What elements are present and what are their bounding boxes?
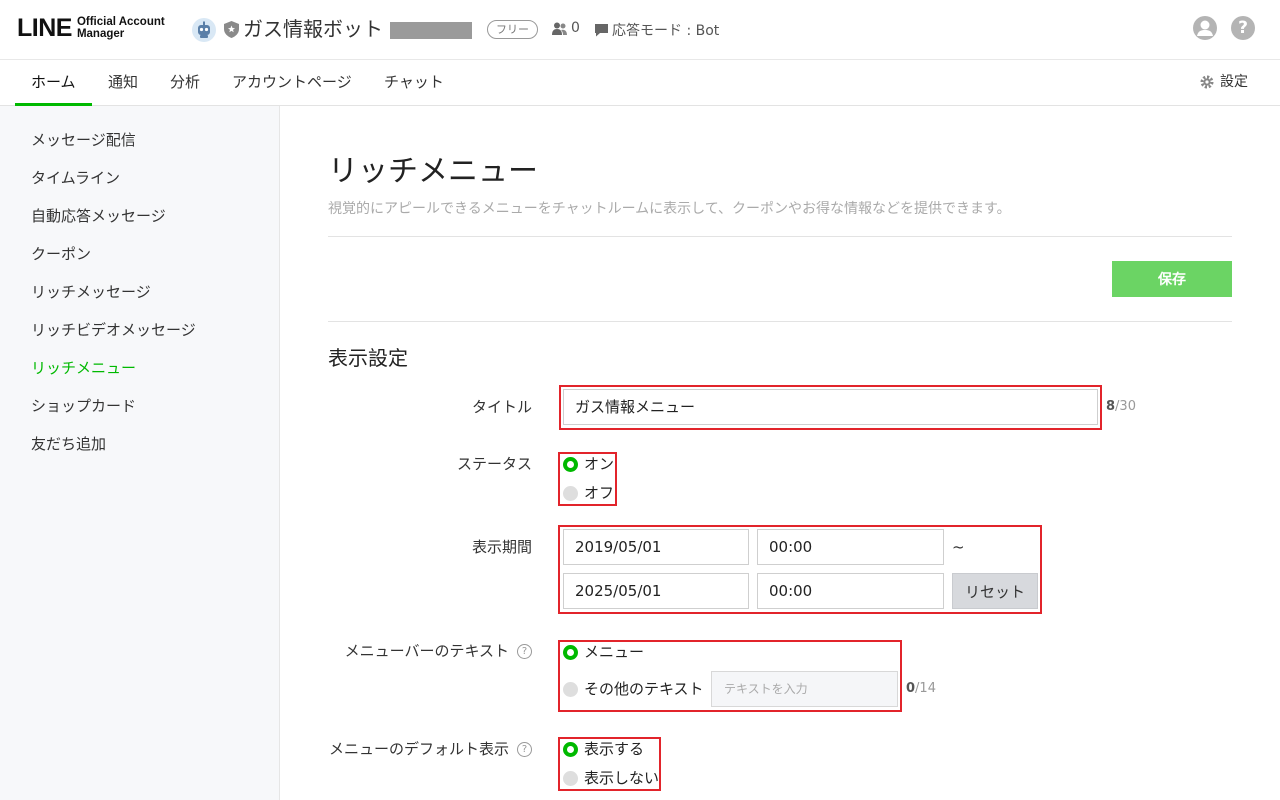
default-display-label-text: メニューのデフォルト表示 bbox=[328, 740, 509, 758]
default-display-show-radio[interactable]: 表示する bbox=[563, 739, 644, 759]
sidebar-item-rich-video-message[interactable]: リッチビデオメッセージ bbox=[31, 320, 196, 340]
radio-selected-icon bbox=[563, 741, 578, 757]
sidebar-item-add-friends[interactable]: 友だち追加 bbox=[31, 434, 106, 454]
sidebar-item-rich-message[interactable]: リッチメッセージ bbox=[31, 282, 151, 302]
tab-account-page[interactable]: アカウントページ bbox=[232, 60, 352, 106]
account-avatar[interactable] bbox=[192, 18, 216, 42]
sidebar-item-shop-card[interactable]: ショップカード bbox=[31, 396, 136, 416]
friends-count: 0 bbox=[552, 20, 580, 36]
menubar-text-other-label: その他のテキスト bbox=[584, 680, 704, 698]
menubar-char-counter: 0/14 bbox=[906, 679, 936, 699]
default-display-hide-label: 表示しない bbox=[584, 769, 660, 787]
gear-icon bbox=[1200, 75, 1214, 89]
start-time-input[interactable]: 00:00 bbox=[757, 529, 944, 565]
tab-notifications[interactable]: 通知 bbox=[108, 60, 138, 106]
sidebar-item-timeline[interactable]: タイムライン bbox=[31, 168, 120, 188]
user-silhouette-icon bbox=[1197, 20, 1213, 36]
account-name: ガス情報ボット bbox=[243, 17, 383, 41]
page-description: 視覚的にアピールできるメニューをチャットルームに表示して、クーポンやお得な情報な… bbox=[328, 201, 1011, 217]
robot-icon bbox=[198, 21, 210, 38]
status-off-label: オフ bbox=[584, 484, 615, 502]
menubar-text-menu-radio[interactable]: メニュー bbox=[563, 642, 644, 662]
default-display-label: メニューのデフォルト表示 ? bbox=[272, 739, 532, 759]
menubar-char-max: /14 bbox=[915, 681, 936, 696]
status-label: ステータス bbox=[272, 454, 532, 474]
logo-subtitle-line-2: Manager bbox=[76, 28, 125, 40]
sidebar: メッセージ配信 タイムライン 自動応答メッセージ クーポン リッチメッセージ リ… bbox=[0, 106, 280, 800]
help-circle-icon[interactable]: ? bbox=[517, 741, 532, 757]
radio-unselected-icon bbox=[563, 770, 578, 786]
help-circle-icon[interactable]: ? bbox=[517, 643, 532, 659]
redacted-account-id bbox=[390, 22, 472, 39]
status-off-radio[interactable]: オフ bbox=[563, 483, 614, 503]
shield-icon bbox=[224, 21, 239, 38]
tab-chat[interactable]: チャット bbox=[384, 60, 444, 106]
help-icon[interactable]: ? bbox=[1231, 16, 1255, 40]
title-char-max: /30 bbox=[1115, 399, 1136, 414]
page-title: リッチメニュー bbox=[328, 154, 538, 189]
title-input[interactable]: ガス情報メニュー bbox=[563, 389, 1098, 425]
main-nav: ホーム 通知 分析 アカウントページ チャット 設定 bbox=[0, 60, 1280, 106]
friends-count-value: 0 bbox=[571, 20, 580, 36]
section-title: 表示設定 bbox=[328, 346, 408, 370]
sidebar-item-coupon[interactable]: クーポン bbox=[31, 244, 91, 264]
radio-selected-icon bbox=[563, 456, 578, 472]
user-account-icon[interactable] bbox=[1193, 16, 1217, 40]
period-label: 表示期間 bbox=[272, 537, 532, 557]
custom-menu-text-input[interactable]: テキストを入力 bbox=[711, 671, 898, 707]
settings-label: 設定 bbox=[1220, 74, 1248, 90]
divider bbox=[328, 321, 1232, 322]
end-date-input[interactable]: 2025/05/01 bbox=[563, 573, 749, 609]
chat-bubble-icon bbox=[595, 24, 608, 37]
response-mode-label: 応答モード : Bot bbox=[612, 23, 720, 39]
line-logo[interactable]: LINE Official Account Manager bbox=[17, 14, 165, 42]
end-time-input[interactable]: 00:00 bbox=[757, 573, 944, 609]
default-display-hide-radio[interactable]: 表示しない bbox=[563, 768, 659, 788]
title-label: タイトル bbox=[272, 397, 532, 417]
tab-home[interactable]: ホーム bbox=[15, 60, 92, 106]
menubar-text-label: メニューバーのテキスト ? bbox=[272, 641, 532, 661]
people-icon bbox=[552, 22, 567, 35]
title-label-text: タイトル bbox=[471, 398, 532, 416]
default-display-show-label: 表示する bbox=[584, 740, 645, 758]
status-label-text: ステータス bbox=[456, 455, 532, 473]
period-separator: ~ bbox=[952, 538, 965, 556]
title-char-count: 8 bbox=[1106, 399, 1116, 414]
menubar-text-menu-label: メニュー bbox=[584, 643, 645, 661]
radio-unselected-icon bbox=[563, 485, 578, 501]
reset-button[interactable]: リセット bbox=[952, 573, 1038, 609]
status-on-label: オン bbox=[584, 455, 615, 473]
top-bar: LINE Official Account Manager ガス情報ボット フリ… bbox=[0, 0, 1280, 60]
start-date-input[interactable]: 2019/05/01 bbox=[563, 529, 749, 565]
logo-subtitle-line-1: Official Account bbox=[76, 16, 165, 28]
status-on-radio[interactable]: オン bbox=[563, 454, 614, 474]
divider bbox=[328, 236, 1232, 237]
sidebar-item-rich-menu[interactable]: リッチメニュー bbox=[31, 358, 136, 378]
radio-selected-icon bbox=[563, 644, 578, 660]
plan-badge: フリー bbox=[487, 20, 538, 39]
period-label-text: 表示期間 bbox=[471, 538, 532, 556]
title-char-counter: 8/30 bbox=[1106, 397, 1136, 417]
radio-unselected-icon bbox=[563, 681, 578, 697]
logo-wordmark: LINE bbox=[17, 14, 72, 42]
sidebar-item-message-delivery[interactable]: メッセージ配信 bbox=[31, 130, 136, 150]
menubar-text-other-radio[interactable]: その他のテキスト bbox=[563, 679, 704, 699]
save-button[interactable]: 保存 bbox=[1112, 261, 1232, 297]
sidebar-item-auto-reply[interactable]: 自動応答メッセージ bbox=[31, 206, 166, 226]
response-mode[interactable]: 応答モード : Bot bbox=[594, 20, 719, 40]
menubar-text-label-text: メニューバーのテキスト bbox=[344, 642, 509, 660]
logo-subtitle: Official Account Manager bbox=[77, 16, 165, 40]
settings-link[interactable]: 設定 bbox=[1200, 60, 1248, 104]
tab-analytics[interactable]: 分析 bbox=[170, 60, 200, 106]
menubar-char-count: 0 bbox=[906, 681, 916, 696]
